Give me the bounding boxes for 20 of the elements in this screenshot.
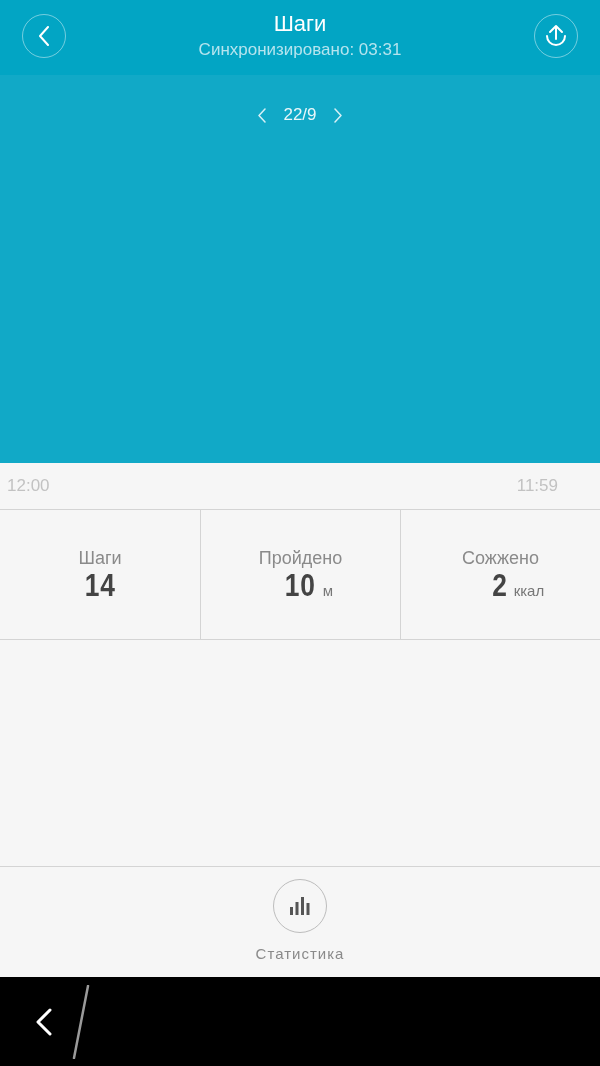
bar-chart-icon: [290, 897, 310, 915]
statistics-label[interactable]: Статистика: [255, 945, 345, 962]
stat-value: 14: [84, 569, 116, 603]
stat-label: Шаги: [78, 547, 122, 569]
date-label: 22/9: [283, 104, 317, 126]
chevron-right-icon: [333, 107, 342, 123]
stat-label: Сожжено: [462, 547, 539, 569]
chevron-left-icon: [39, 26, 49, 46]
page-title: Шаги: [273, 10, 327, 37]
stat-label: Пройдено: [258, 547, 343, 569]
chevron-left-icon: [36, 1007, 52, 1036]
stat-value: 2: [492, 569, 509, 603]
stat-unit: ккал: [513, 582, 545, 599]
upload-icon: [544, 24, 568, 48]
slash-icon: [72, 984, 90, 1059]
sync-status: Синхронизировано: 03:31: [198, 38, 402, 61]
system-back-button[interactable]: [36, 1007, 52, 1036]
stat-value: 10: [285, 569, 316, 603]
stat-unit: м: [322, 582, 334, 599]
chevron-left-icon: [258, 107, 267, 123]
